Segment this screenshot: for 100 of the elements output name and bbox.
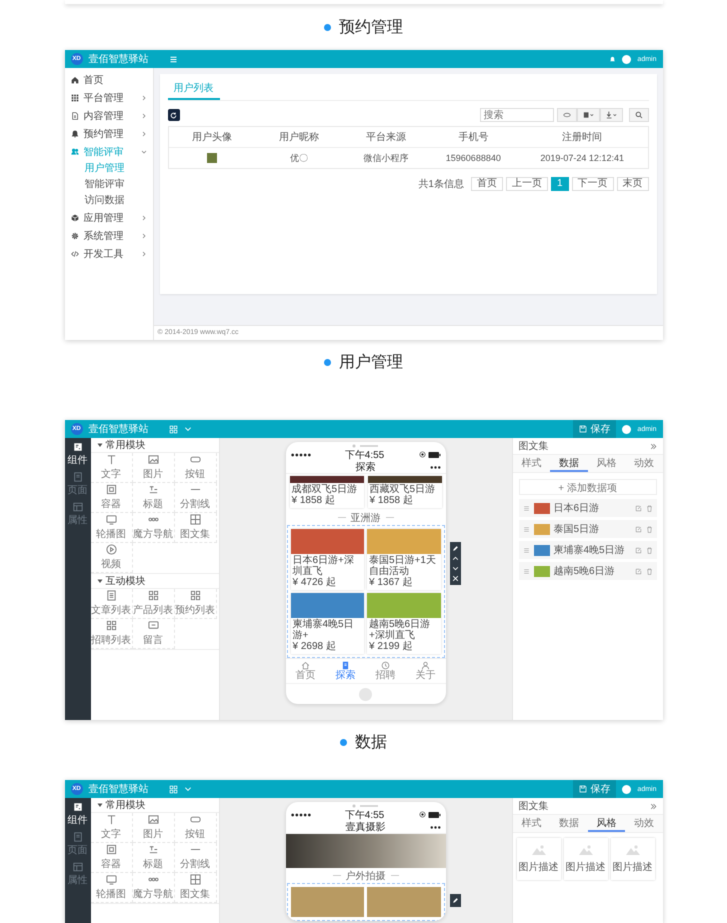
bell-icon[interactable] [609,56,616,62]
export-button[interactable] [600,108,622,122]
widget-tile[interactable]: 轮播图 [90,873,132,903]
double-chevron-icon[interactable] [650,442,656,450]
panel-tab[interactable]: 数据 [550,815,588,832]
panel-tab[interactable]: 风格 [588,815,625,832]
edit-icon[interactable] [634,568,642,574]
rail-item[interactable]: 页面 [64,472,90,502]
search-field[interactable]: 搜索 [480,108,554,122]
rail-item[interactable]: 属性 [64,862,90,892]
panel-tab[interactable]: 数据 [550,455,588,472]
tab-bar-item[interactable]: 探索 [326,661,366,681]
widget-tile[interactable]: 文字 [90,813,132,843]
widget-tile[interactable]: 容器 [90,483,132,513]
widget-tile[interactable]: 招聘列表 [90,619,132,649]
avatar[interactable] [622,54,632,64]
drag-handle-icon[interactable] [522,526,530,532]
tab-bar-item[interactable]: 首页 [286,661,326,681]
trash-icon[interactable] [646,526,652,532]
avatar[interactable] [622,784,632,794]
widget-tile[interactable]: 图文集 [174,513,216,543]
product-card[interactable]: 西藏双飞5日游 ¥ 1858 起 [368,476,442,508]
page-button[interactable]: 1 [550,177,568,191]
trash-icon[interactable] [646,546,652,554]
column-header[interactable]: 手机号 [430,130,517,144]
widget-tile[interactable]: 魔方导航 [132,873,174,903]
data-item[interactable]: 日本6日游 [518,499,656,517]
product-card[interactable]: 成都双飞5日游 ¥ 1858 起 [290,476,364,508]
drag-handle-icon[interactable] [522,504,530,512]
column-header[interactable]: 用户头像 [168,130,256,144]
caret-icon[interactable] [96,802,102,808]
chevron-up-icon[interactable] [452,555,458,562]
widget-tile[interactable]: 图文集 [174,873,216,903]
column-header[interactable]: 注册时间 [516,130,648,144]
rail-item[interactable]: 属性 [64,502,90,532]
submenu-item[interactable]: 访问数据 [64,193,152,209]
widget-tile[interactable]: 标题 [132,843,174,873]
sidebar-item[interactable]: 首页 [64,71,152,89]
data-item[interactable]: 柬埔寨4晚5日游 [518,541,656,559]
rail-item[interactable]: 页面 [64,832,90,862]
submenu-item[interactable]: 用户管理 [64,161,152,177]
panel-tab[interactable]: 样式 [512,455,550,472]
tab-bar-item[interactable]: 关于 [406,661,446,681]
refresh-button[interactable] [168,109,180,121]
page-button[interactable]: 首页 [470,177,503,191]
avatar[interactable] [622,424,632,434]
rail-item[interactable]: 组件 [64,802,90,832]
widget-tile[interactable]: 标题 [132,483,174,513]
tab-bar-item[interactable]: 招聘 [366,661,406,681]
caret-icon[interactable] [96,442,102,448]
widget-tile[interactable]: 留言 [132,619,174,649]
column-header[interactable]: 用户昵称 [256,130,343,144]
product-card[interactable]: 日本6日游+深圳直飞 ¥ 4726 起 [290,529,364,590]
sidebar-item[interactable]: 智能评审 [64,143,152,161]
menu-icon[interactable] [168,54,178,64]
widget-tile[interactable]: 容器 [90,843,132,873]
pencil-icon[interactable] [452,897,458,904]
widget-tile[interactable]: 按钮 [174,453,216,483]
trash-icon[interactable] [646,568,652,574]
widget-tile[interactable]: 分割线 [174,843,216,873]
caret-icon[interactable] [96,578,102,584]
double-chevron-icon[interactable] [650,802,656,810]
add-item-button[interactable]: + 添加数据项 [518,479,656,495]
widget-tile[interactable]: 预约列表 [174,589,216,619]
widget-tile[interactable]: 轮播图 [90,513,132,543]
grid-icon[interactable] [168,424,178,434]
widget-tile[interactable]: 文字 [90,453,132,483]
sidebar-item[interactable]: 应用管理 [64,209,152,227]
rail-item[interactable]: 组件 [64,442,90,472]
column-header[interactable]: 平台来源 [342,130,430,144]
sidebar-item[interactable]: 系统管理 [64,227,152,245]
edit-icon[interactable] [634,504,642,512]
style-card[interactable]: 图片描述 [516,838,560,880]
widget-tile[interactable]: 分割线 [174,483,216,513]
submenu-item[interactable]: 智能评审 [64,177,152,193]
edit-icon[interactable] [634,526,642,532]
widget-tile[interactable]: 视频 [90,543,132,573]
data-item[interactable]: 泰国5日游 [518,520,656,538]
more-icon[interactable] [430,826,440,828]
search-button[interactable] [628,108,648,122]
panel-tab[interactable]: 动效 [625,815,662,832]
widget-tile[interactable]: 文章列表 [90,589,132,619]
page-button[interactable]: 下一页 [572,177,614,191]
panel-tab[interactable]: 风格 [588,455,625,472]
toggle-button[interactable] [556,108,576,122]
product-card[interactable]: 越南5晚6日游+深圳直飞 ¥ 2199 起 [367,593,440,654]
page-button[interactable]: 末页 [616,177,648,191]
widget-tile[interactable]: 图片 [132,453,174,483]
chevron-down-icon[interactable] [452,565,458,572]
pencil-icon[interactable] [452,545,458,552]
drag-handle-icon[interactable] [522,546,530,554]
save-button[interactable]: 保存 [573,780,616,798]
widget-tile[interactable]: 图片 [132,813,174,843]
selected-block[interactable]: 日本6日游+深圳直飞 ¥ 4726 起 泰国5日游+1天自由活动 ¥ 1367 起 柬埔寨4晚5日游+ ¥ 2698 起 越南5晚6日游+深圳直飞 ¥ 2199 起 [286,525,444,658]
columns-button[interactable] [576,108,600,122]
data-item[interactable]: 越南5晚6日游 [518,562,656,580]
save-button[interactable]: 保存 [573,420,616,438]
panel-tab[interactable]: 动效 [625,455,662,472]
sidebar-item[interactable]: 内容管理 [64,107,152,125]
panel-tab[interactable]: 样式 [512,815,550,832]
